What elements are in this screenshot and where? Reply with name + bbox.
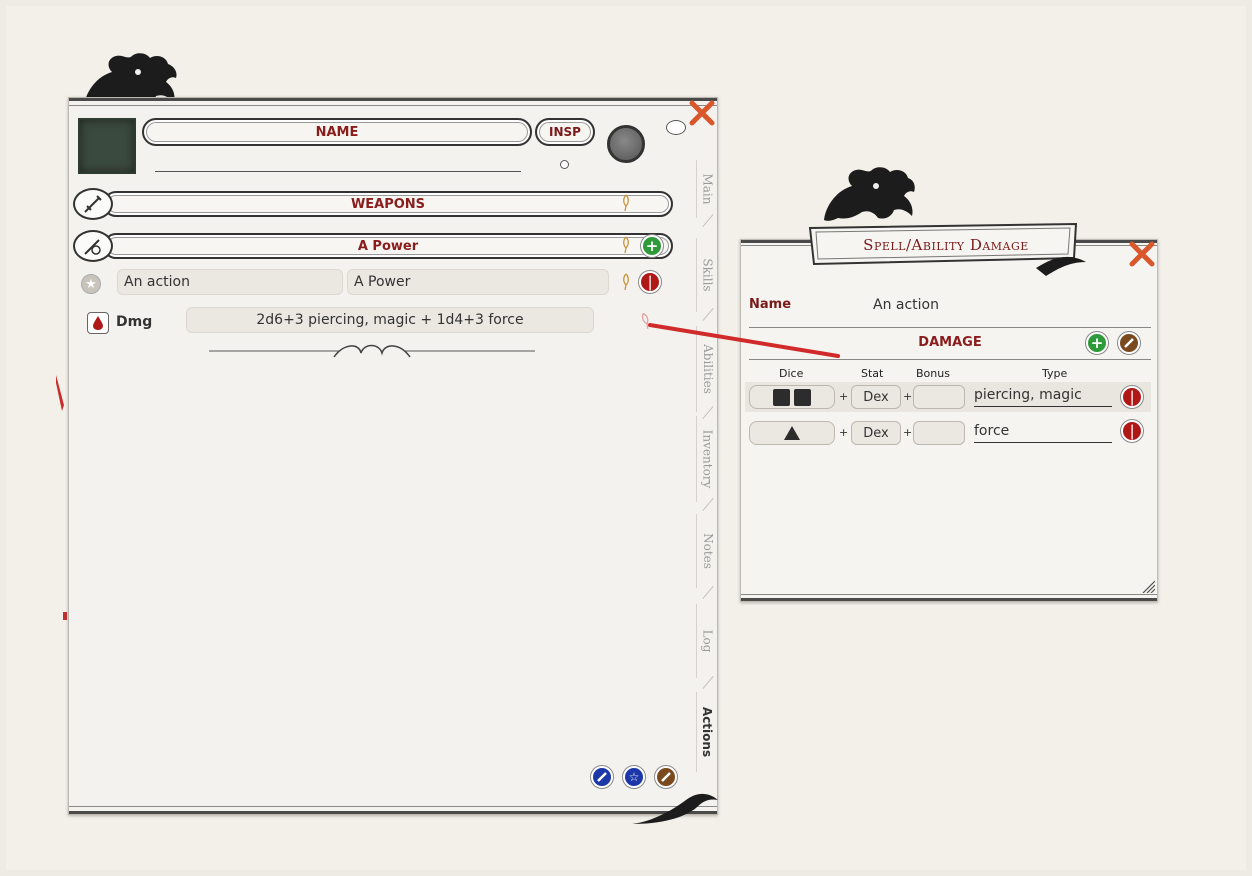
edit-pencil-button[interactable]: [655, 766, 677, 788]
name-divider: [749, 327, 1151, 328]
side-tab-bar: Main Skills Abilities Inventory Notes Lo…: [696, 140, 718, 772]
sword-icon: [73, 188, 113, 220]
tab-main[interactable]: Main: [696, 160, 718, 218]
window-top-border: [69, 98, 717, 106]
resize-grip-icon[interactable]: [1141, 579, 1155, 593]
power-section-label: A Power: [357, 238, 419, 254]
close-icon[interactable]: [1128, 240, 1156, 268]
column-bonus: Bonus: [916, 367, 950, 380]
insp-label: INSP: [549, 125, 581, 139]
name-label: NAME: [315, 124, 359, 140]
tab-inventory[interactable]: Inventory: [696, 416, 718, 502]
plus-sign: +: [903, 390, 913, 403]
power-section[interactable]: A Power +: [73, 230, 673, 262]
ornamental-divider: [209, 344, 535, 358]
bonus-input[interactable]: [913, 385, 965, 409]
damage-row: + Dex + force ❘: [745, 418, 1151, 448]
character-sheet-window: NAME INSP WEAPONS A Power + ★ An action …: [68, 97, 718, 815]
background-red-mark-small: [63, 612, 67, 620]
d4-die-icon[interactable]: [749, 421, 835, 445]
popup-bottom-border: [741, 594, 1157, 601]
name-underline: [155, 171, 521, 172]
add-power-button[interactable]: +: [641, 235, 663, 257]
type-input[interactable]: piercing, magic: [974, 385, 1112, 407]
stat-select[interactable]: Dex: [851, 385, 901, 409]
name-banner[interactable]: NAME: [142, 118, 532, 146]
dmg-label: Dmg: [116, 314, 153, 330]
delete-damage-row-button[interactable]: ❘: [1121, 386, 1143, 408]
damage-row: + Dex + piercing, magic ❘: [745, 382, 1151, 412]
dmg-value: 2d6+3 piercing, magic + 1d4+3 force: [256, 312, 524, 328]
power-bar[interactable]: A Power: [103, 233, 673, 259]
window-bottom-border: [69, 806, 717, 814]
tab-skills[interactable]: Skills: [696, 238, 718, 312]
tab-notes[interactable]: Notes: [696, 514, 718, 588]
inspiration-banner[interactable]: INSP: [535, 118, 595, 146]
popup-title: Spell/Ability Damage: [863, 236, 1029, 254]
quill-icon[interactable]: [622, 273, 630, 291]
action-name-field[interactable]: An action: [117, 269, 343, 295]
tab-actions[interactable]: Actions: [696, 692, 718, 772]
plus-sign: +: [903, 426, 913, 439]
action-power-value: A Power: [354, 274, 411, 290]
chat-bubble-icon[interactable]: [666, 120, 686, 135]
stat-select[interactable]: Dex: [851, 421, 901, 445]
inspiration-checkbox[interactable]: [560, 160, 569, 169]
star-icon[interactable]: ★: [81, 274, 101, 294]
plus-sign: +: [839, 426, 849, 439]
background-red-mark: [56, 375, 64, 411]
close-icon[interactable]: [688, 99, 716, 127]
plus-sign: +: [839, 390, 849, 403]
tab-abilities[interactable]: Abilities: [696, 326, 718, 412]
column-stat: Stat: [861, 367, 884, 380]
popup-name-value[interactable]: An action: [873, 297, 939, 313]
weapons-label: WEAPONS: [350, 196, 426, 212]
add-damage-button[interactable]: +: [1086, 332, 1108, 354]
spell-damage-popup: Name An action DAMAGE + Dice Stat Bonus …: [740, 239, 1158, 602]
sword-button[interactable]: [591, 766, 613, 788]
weapons-bar[interactable]: WEAPONS: [103, 191, 673, 217]
type-input[interactable]: force: [974, 421, 1112, 443]
quill-icon[interactable]: [622, 236, 630, 254]
tab-log[interactable]: Log: [696, 604, 718, 678]
character-portrait[interactable]: [78, 118, 136, 174]
blood-drop-icon: [87, 312, 109, 334]
token-circle[interactable]: [607, 125, 645, 163]
star-button[interactable]: ☆: [623, 766, 645, 788]
delete-action-button[interactable]: ❘: [639, 271, 661, 293]
damage-divider: [749, 359, 1151, 360]
popup-name-label: Name: [749, 297, 792, 312]
dragon-tail-ornament-icon: [632, 793, 718, 824]
weapons-section[interactable]: WEAPONS: [73, 188, 673, 220]
action-name-value: An action: [124, 274, 190, 290]
column-type: Type: [1042, 367, 1068, 380]
dragon-ornament-icon: [824, 167, 915, 221]
quill-icon[interactable]: [622, 194, 630, 212]
wand-icon: [73, 230, 113, 262]
quill-icon[interactable]: [639, 311, 653, 331]
d6-die-icon[interactable]: [749, 385, 835, 409]
edit-damage-button[interactable]: [1118, 332, 1140, 354]
delete-damage-row-button[interactable]: ❘: [1121, 420, 1143, 442]
column-dice: Dice: [779, 367, 804, 380]
bonus-input[interactable]: [913, 421, 965, 445]
action-power-field[interactable]: A Power: [347, 269, 609, 295]
dmg-field[interactable]: 2d6+3 piercing, magic + 1d4+3 force: [186, 307, 594, 333]
